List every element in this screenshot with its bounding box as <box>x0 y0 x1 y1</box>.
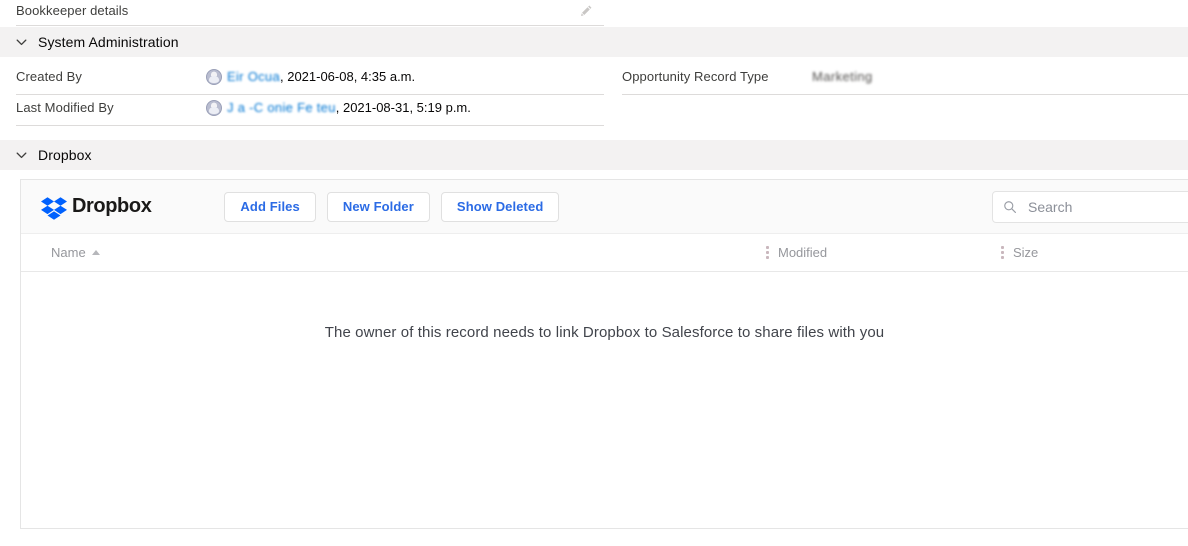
column-header-name[interactable]: Name <box>51 245 766 260</box>
dropbox-wordmark: Dropbox <box>72 195 152 217</box>
fields-column-right: Opportunity Record Type Marketing <box>604 64 1188 126</box>
column-header-label: Size <box>1013 245 1039 260</box>
chevron-down-icon[interactable] <box>10 31 32 53</box>
fields-column-left: Created By Eir Ocua , 2021-06-08, 4:35 a… <box>0 64 604 126</box>
section-title: System Administration <box>38 34 179 50</box>
pencil-icon[interactable] <box>576 0 596 20</box>
user-avatar-icon <box>206 69 222 85</box>
dropbox-logo-icon <box>41 194 67 220</box>
system-administration-fields: Created By Eir Ocua , 2021-06-08, 4:35 a… <box>0 58 1188 126</box>
column-resize-grip-icon[interactable] <box>766 246 769 259</box>
section-header-system-administration[interactable]: System Administration <box>0 26 1188 58</box>
section-title: Dropbox <box>38 147 92 163</box>
field-value: Marketing <box>812 66 1188 88</box>
field-opportunity-record-type: Opportunity Record Type Marketing <box>622 64 1188 95</box>
field-value: J a -C onie Fe teu , 2021-08-31, 5:19 p.… <box>206 97 604 119</box>
section-header-dropbox[interactable]: Dropbox <box>0 139 1188 171</box>
column-resize-grip-icon[interactable] <box>1001 246 1004 259</box>
new-folder-button[interactable]: New Folder <box>326 191 430 222</box>
field-created-by: Created By Eir Ocua , 2021-06-08, 4:35 a… <box>16 64 604 95</box>
dropbox-empty-state: The owner of this record needs to link D… <box>21 272 1188 341</box>
empty-state-message: The owner of this record needs to link D… <box>324 324 885 341</box>
sort-ascending-icon <box>91 250 100 255</box>
dropbox-logo[interactable]: Dropbox <box>41 194 152 220</box>
dropbox-table-header: Name Modified Size <box>21 234 1188 272</box>
field-label: Last Modified By <box>16 100 114 115</box>
show-deleted-button[interactable]: Show Deleted <box>440 191 560 222</box>
add-files-button[interactable]: Add Files <box>224 191 316 222</box>
dropbox-action-buttons: Add Files New Folder Show Deleted <box>224 191 560 222</box>
dropbox-card: Dropbox Add Files New Folder Show Delete… <box>20 179 1188 529</box>
chevron-down-icon[interactable] <box>10 144 32 166</box>
column-header-modified[interactable]: Modified <box>766 245 1001 260</box>
user-avatar-icon <box>206 100 222 116</box>
search-input[interactable] <box>1026 197 1188 216</box>
dropbox-search-box[interactable] <box>992 190 1188 223</box>
created-by-timestamp: , 2021-06-08, 4:35 a.m. <box>279 69 416 84</box>
last-modified-by-user-link[interactable]: J a -C onie Fe teu <box>227 97 336 119</box>
field-value: Eir Ocua , 2021-06-08, 4:35 a.m. <box>206 66 604 88</box>
last-modified-by-timestamp: , 2021-08-31, 5:19 p.m. <box>335 100 471 115</box>
opportunity-record-type-value: Marketing <box>812 69 873 84</box>
created-by-user-link[interactable]: Eir Ocua <box>227 66 280 88</box>
field-label: Opportunity Record Type <box>622 69 769 84</box>
dropbox-component-wrapper: Dropbox Add Files New Folder Show Delete… <box>0 171 1188 529</box>
column-header-size[interactable]: Size <box>1001 245 1188 260</box>
field-last-modified-by: Last Modified By J a -C onie Fe teu , 20… <box>16 95 604 126</box>
field-underline <box>16 25 604 26</box>
column-header-label: Name <box>51 245 86 260</box>
search-icon <box>1003 200 1017 214</box>
dropbox-toolbar: Dropbox Add Files New Folder Show Delete… <box>21 180 1188 234</box>
bookkeeper-details-label: Bookkeeper details <box>16 3 129 18</box>
field-row-spacer <box>622 95 1188 126</box>
bookkeeper-details-field[interactable]: Bookkeeper details <box>0 0 604 26</box>
field-label: Created By <box>16 69 83 84</box>
column-header-label: Modified <box>778 245 828 260</box>
